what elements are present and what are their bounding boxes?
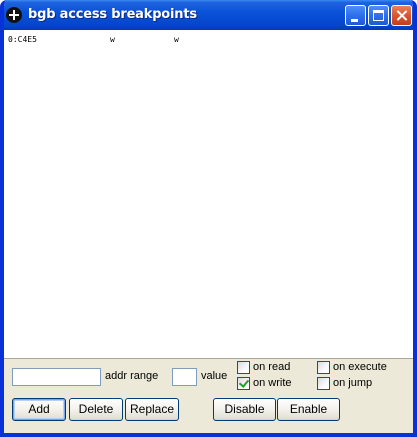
on-write-checkbox[interactable] <box>237 377 250 390</box>
addr-range-label: addr range <box>105 370 159 382</box>
close-button[interactable] <box>391 5 412 26</box>
on-write-label[interactable]: on write <box>253 377 292 389</box>
breakpoint-col3: w <box>174 35 179 44</box>
minimize-button[interactable] <box>345 5 366 26</box>
title-bar[interactable]: bgb access breakpoints <box>4 0 413 30</box>
on-jump-checkbox[interactable] <box>317 377 330 390</box>
on-execute-label[interactable]: on execute <box>333 361 387 373</box>
breakpoint-address: 0:C4E5 <box>8 35 37 44</box>
replace-button[interactable]: Replace <box>125 398 179 421</box>
value-label: value <box>201 370 228 382</box>
breakpoints-window: bgb access breakpoints 0:C4E5 w w addr r… <box>0 0 417 437</box>
on-read-label[interactable]: on read <box>253 361 290 373</box>
add-button[interactable]: Add <box>12 398 66 421</box>
on-jump-label[interactable]: on jump <box>333 377 372 389</box>
maximize-button[interactable] <box>368 5 389 26</box>
app-icon-bar-vertical <box>13 10 15 20</box>
on-read-checkbox[interactable] <box>237 361 250 374</box>
divider <box>4 358 413 359</box>
disable-button[interactable]: Disable <box>213 398 276 421</box>
window-title: bgb access breakpoints <box>28 7 197 22</box>
on-execute-checkbox[interactable] <box>317 361 330 374</box>
close-icon <box>395 7 408 24</box>
maximize-icon <box>373 10 384 21</box>
breakpoint-col2: w <box>110 35 115 44</box>
delete-button[interactable]: Delete <box>69 398 123 421</box>
enable-button[interactable]: Enable <box>277 398 340 421</box>
addr-range-input[interactable] <box>12 368 101 386</box>
minimize-icon <box>351 19 358 22</box>
app-icon[interactable] <box>6 7 22 23</box>
value-input[interactable] <box>172 368 197 386</box>
breakpoint-list[interactable]: 0:C4E5 w w <box>4 30 413 358</box>
